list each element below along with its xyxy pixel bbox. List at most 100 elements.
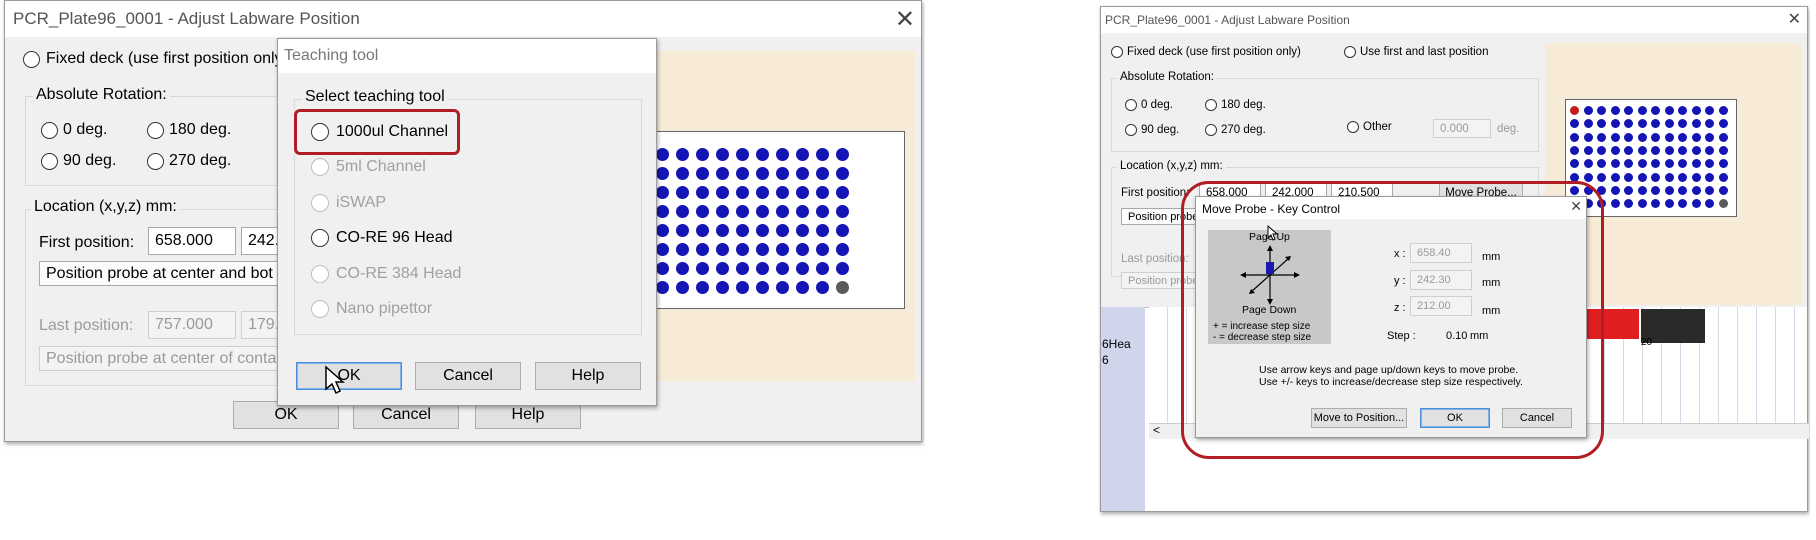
well [1597,106,1606,115]
well [716,262,729,275]
well [1691,172,1701,182]
well [1583,106,1593,115]
tool-core384-radio[interactable]: CO-RE 384 Head [311,265,461,283]
well [776,281,789,294]
rot-0-label: 0 deg. [63,121,108,138]
well [816,205,829,218]
rot-270-radio[interactable]: 270 deg. [147,152,231,170]
well [1678,119,1687,129]
right-other-radio[interactable]: Other [1347,121,1392,133]
well [736,205,749,218]
well [1678,159,1687,169]
well [716,224,729,237]
well [1718,106,1728,115]
well [796,262,809,275]
right-first-last-radio[interactable]: Use first and last position [1344,46,1488,58]
well [1664,172,1674,182]
well [676,281,689,294]
well [1718,172,1728,182]
well [796,186,809,199]
tool-nano-radio[interactable]: Nano pipettor [311,300,432,318]
well [776,243,789,256]
well [1637,119,1647,129]
right-rot-270-radio[interactable]: 270 deg. [1205,124,1266,136]
rot-270-label: 270 deg. [169,152,232,169]
well [716,205,729,218]
radio-selected-icon [23,50,40,68]
well [836,148,849,161]
well [1637,159,1647,169]
right-close-icon[interactable]: ✕ [1788,9,1801,29]
well [1705,119,1714,129]
well [1678,106,1687,115]
dialog-ok-button[interactable]: OK [296,362,402,390]
well [1624,132,1633,142]
dialog-cancel-button[interactable]: Cancel [415,362,521,390]
rot-90-radio[interactable]: 90 deg. [41,152,116,170]
tool-iswap-radio[interactable]: iSWAP [311,194,386,212]
radio-icon [1125,124,1137,136]
well [836,205,849,218]
tool-5ml-radio[interactable]: 5ml Channel [311,158,426,176]
radio-icon [311,194,329,212]
well [1637,145,1647,155]
well [1705,145,1714,155]
dialog-titlebar: Teaching tool [278,39,656,73]
well [676,148,689,161]
first-position-label: First position: [39,234,135,251]
well [1624,119,1633,129]
well [1691,159,1701,169]
well [736,243,749,256]
right-rot-180-radio[interactable]: 180 deg. [1205,99,1266,111]
well [736,224,749,237]
well [756,262,769,275]
rot-180-radio[interactable]: 180 deg. [147,121,231,139]
right-fixed-deck-radio[interactable]: Fixed deck (use first position only) [1111,46,1301,58]
well [1651,106,1660,115]
last-x-field[interactable]: 757.000 [148,311,236,339]
well [1705,159,1714,169]
well [676,167,689,180]
well [1597,159,1606,169]
well [776,224,789,237]
first-x-value: 658.000 [155,232,213,249]
close-icon[interactable]: ✕ [895,5,915,34]
scroll-left-icon[interactable]: < [1153,423,1160,437]
radio-icon [147,121,164,139]
right-rot-90-radio[interactable]: 90 deg. [1125,124,1179,136]
well [736,148,749,161]
well [656,148,669,161]
well [716,186,729,199]
radio-icon [311,158,329,176]
left-screenshot: PCR_Plate96_0001 - Adjust Labware Positi… [0,0,925,450]
well [796,167,809,180]
right-other-field[interactable]: 0.000 [1433,119,1491,138]
well [796,281,809,294]
plate-icon [616,131,905,309]
well [1583,145,1593,155]
well [716,243,729,256]
well [656,243,669,256]
right-rot-0-radio[interactable]: 0 deg. [1125,99,1173,111]
right-last-position-label: Last position: [1121,253,1189,265]
well [656,224,669,237]
fixed-deck-radio[interactable]: Fixed deck (use first position only [23,50,283,68]
rot-90-label: 90 deg. [63,152,117,169]
well [836,167,849,180]
dialog-help-button[interactable]: Help [535,362,641,390]
first-x-field[interactable]: 658.000 [148,227,236,255]
tool-core96-radio[interactable]: CO-RE 96 Head [311,229,453,247]
well [1610,132,1620,142]
well [1610,199,1620,209]
well [816,186,829,199]
well [676,224,689,237]
rot-0-radio[interactable]: 0 deg. [41,121,107,139]
plate-preview [616,51,915,381]
well [1624,185,1633,195]
right-location-label: Location (x,y,z) mm: [1117,160,1226,172]
well [1570,119,1579,129]
first-y-value: 242. [248,232,280,249]
radio-icon [311,265,329,283]
well [1637,199,1647,209]
right-window-titlebar: PCR_Plate96_0001 - Adjust Labware Positi… [1101,7,1807,33]
